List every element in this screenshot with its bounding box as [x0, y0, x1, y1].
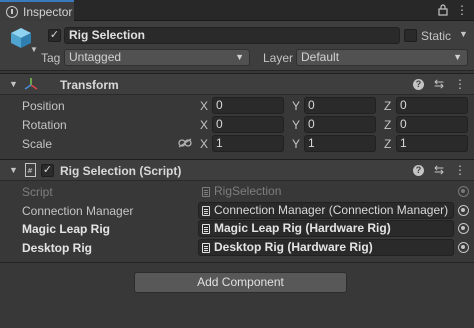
rotation-z-input[interactable]: 0 [396, 116, 468, 133]
magic-leap-rig-label: Magic Leap Rig [22, 222, 111, 236]
object-picker-icon[interactable] [458, 242, 469, 253]
script-file-icon [202, 243, 210, 253]
gameobject-active-checkbox[interactable]: ✓ [48, 29, 61, 42]
scale-label: Scale [22, 137, 53, 151]
script-field-label: Script [22, 185, 53, 199]
tab-inspector[interactable]: Inspector [0, 0, 74, 21]
more-vert-icon[interactable]: ⋮ [456, 3, 468, 17]
desktop-rig-label: Desktop Rig [22, 241, 93, 255]
axis-x-label: X [200, 118, 209, 132]
axis-z-label: Z [384, 137, 392, 151]
transform-header[interactable]: ▼ Transform ? ⇆ ⋮ [0, 73, 474, 95]
lock-icon[interactable] [438, 4, 448, 16]
magic-leap-rig-value: Magic Leap Rig (Hardware Rig) [214, 221, 391, 235]
static-label: Static [421, 29, 452, 43]
axis-x-label: X [200, 137, 209, 151]
object-picker-icon[interactable] [458, 223, 469, 234]
gameobject-name-input[interactable]: Rig Selection [64, 27, 400, 44]
divider [0, 262, 474, 263]
more-vert-icon[interactable]: ⋮ [454, 163, 466, 177]
tag-dropdown[interactable]: Untagged ▼ [64, 49, 250, 66]
position-y-input[interactable]: 0 [304, 97, 376, 114]
info-icon [6, 5, 18, 18]
rotation-x-input[interactable]: 0 [212, 116, 284, 133]
transform-title: Transform [60, 78, 119, 92]
svg-text:#: # [27, 167, 33, 175]
script-field-value: RigSelection [198, 183, 454, 200]
layer-dropdown[interactable]: Default ▼ [296, 49, 468, 66]
chevron-down-icon: ▼ [235, 52, 244, 62]
add-component-button[interactable]: Add Component [134, 272, 347, 293]
component-enabled-checkbox[interactable]: ✓ [41, 164, 54, 177]
more-vert-icon[interactable]: ⋮ [454, 77, 466, 91]
tab-inspector-label: Inspector [23, 4, 73, 19]
constrain-proportions-link-icon[interactable] [178, 138, 192, 148]
script-file-icon [202, 187, 210, 197]
chevron-down-icon: ▼ [453, 52, 462, 62]
gameobject-icon-caret-icon[interactable]: ▼ [30, 45, 38, 54]
layer-label: Layer [263, 51, 294, 65]
connection-manager-field[interactable]: Connection Manager (Connection Manager) [198, 202, 454, 219]
object-picker-icon[interactable] [458, 205, 469, 216]
tag-label: Tag [41, 51, 61, 65]
tab-bar: Inspector ⋮ [0, 0, 474, 21]
script-field-text: RigSelection [214, 184, 282, 198]
object-picker-icon [458, 186, 469, 197]
desktop-rig-value: Desktop Rig (Hardware Rig) [214, 240, 373, 254]
presets-sliders-icon[interactable]: ⇆ [434, 77, 444, 91]
desktop-rig-field[interactable]: Desktop Rig (Hardware Rig) [198, 239, 454, 256]
csharp-script-icon: # [25, 163, 36, 177]
script-file-icon [202, 224, 210, 234]
static-checkbox[interactable] [404, 29, 417, 42]
axis-y-label: Y [292, 99, 301, 113]
rotation-y-input[interactable]: 0 [304, 116, 376, 133]
script-file-icon [202, 206, 210, 216]
presets-sliders-icon[interactable]: ⇆ [434, 163, 444, 177]
position-x-input[interactable]: 0 [212, 97, 284, 114]
help-icon[interactable]: ? [412, 78, 424, 90]
static-dropdown-caret-icon[interactable]: ▼ [459, 29, 468, 39]
tag-value: Untagged [69, 50, 122, 64]
help-icon[interactable]: ? [412, 164, 424, 176]
scale-y-input[interactable]: 1 [304, 135, 376, 152]
foldout-arrow-icon[interactable]: ▼ [9, 79, 18, 89]
position-z-input[interactable]: 0 [396, 97, 468, 114]
gameobject-cube-icon [11, 28, 31, 48]
foldout-arrow-icon[interactable]: ▼ [9, 165, 18, 175]
transform-axes-icon [24, 78, 38, 90]
axis-y-label: Y [292, 118, 301, 132]
connection-manager-label: Connection Manager [22, 204, 134, 218]
scale-z-input[interactable]: 1 [396, 135, 468, 152]
position-label: Position [22, 99, 65, 113]
script-component-title: Rig Selection (Script) [60, 164, 182, 178]
axis-y-label: Y [292, 137, 301, 151]
magic-leap-rig-field[interactable]: Magic Leap Rig (Hardware Rig) [198, 220, 454, 237]
axis-x-label: X [200, 99, 209, 113]
scale-x-input[interactable]: 1 [212, 135, 284, 152]
axis-z-label: Z [384, 118, 392, 132]
script-component-header[interactable]: ▼ # ✓ Rig Selection (Script) ? ⇆ ⋮ [0, 159, 474, 181]
axis-z-label: Z [384, 99, 392, 113]
layer-value: Default [301, 50, 340, 64]
rotation-label: Rotation [22, 118, 67, 132]
connection-manager-value: Connection Manager (Connection Manager) [214, 203, 449, 217]
